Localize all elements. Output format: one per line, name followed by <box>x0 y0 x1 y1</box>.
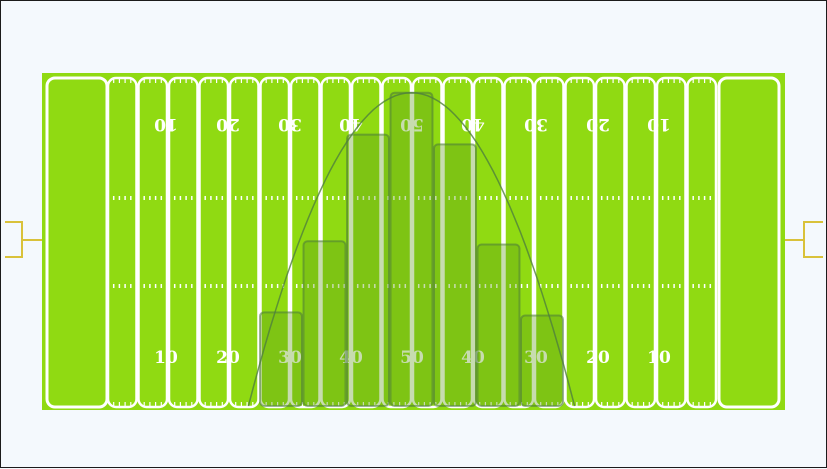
yard-number-bottom: 10 <box>647 348 671 368</box>
left-goalpost <box>5 221 42 258</box>
yard-number-top: 30 <box>278 114 302 134</box>
chart-frame: 10 20 30 40 50 40 30 20 10 10 20 30 40 50 40 30 20 10 <box>0 0 827 468</box>
yard-number-top: 40 <box>461 114 485 134</box>
yard-number-bottom: 20 <box>586 348 610 368</box>
bar-1 <box>259 311 303 407</box>
bar-2 <box>302 240 347 407</box>
bar-3 <box>346 133 390 407</box>
bar-6 <box>476 243 521 407</box>
bar-7 <box>520 314 564 407</box>
bar-5 <box>433 143 477 407</box>
yard-number-bottom: 20 <box>216 348 240 368</box>
yard-number-bottom: 10 <box>154 348 178 368</box>
yard-number-top: 20 <box>586 114 610 134</box>
yard-number-top: 10 <box>154 114 178 134</box>
football-field-chart: 10 20 30 40 50 40 30 20 10 10 20 30 40 50 40 30 20 10 <box>5 73 823 410</box>
right-goalpost <box>785 221 823 258</box>
bar-4 <box>389 91 434 407</box>
yard-number-top: 20 <box>216 114 240 134</box>
yard-number-top: 10 <box>647 114 671 134</box>
yard-number-top: 30 <box>524 114 548 134</box>
